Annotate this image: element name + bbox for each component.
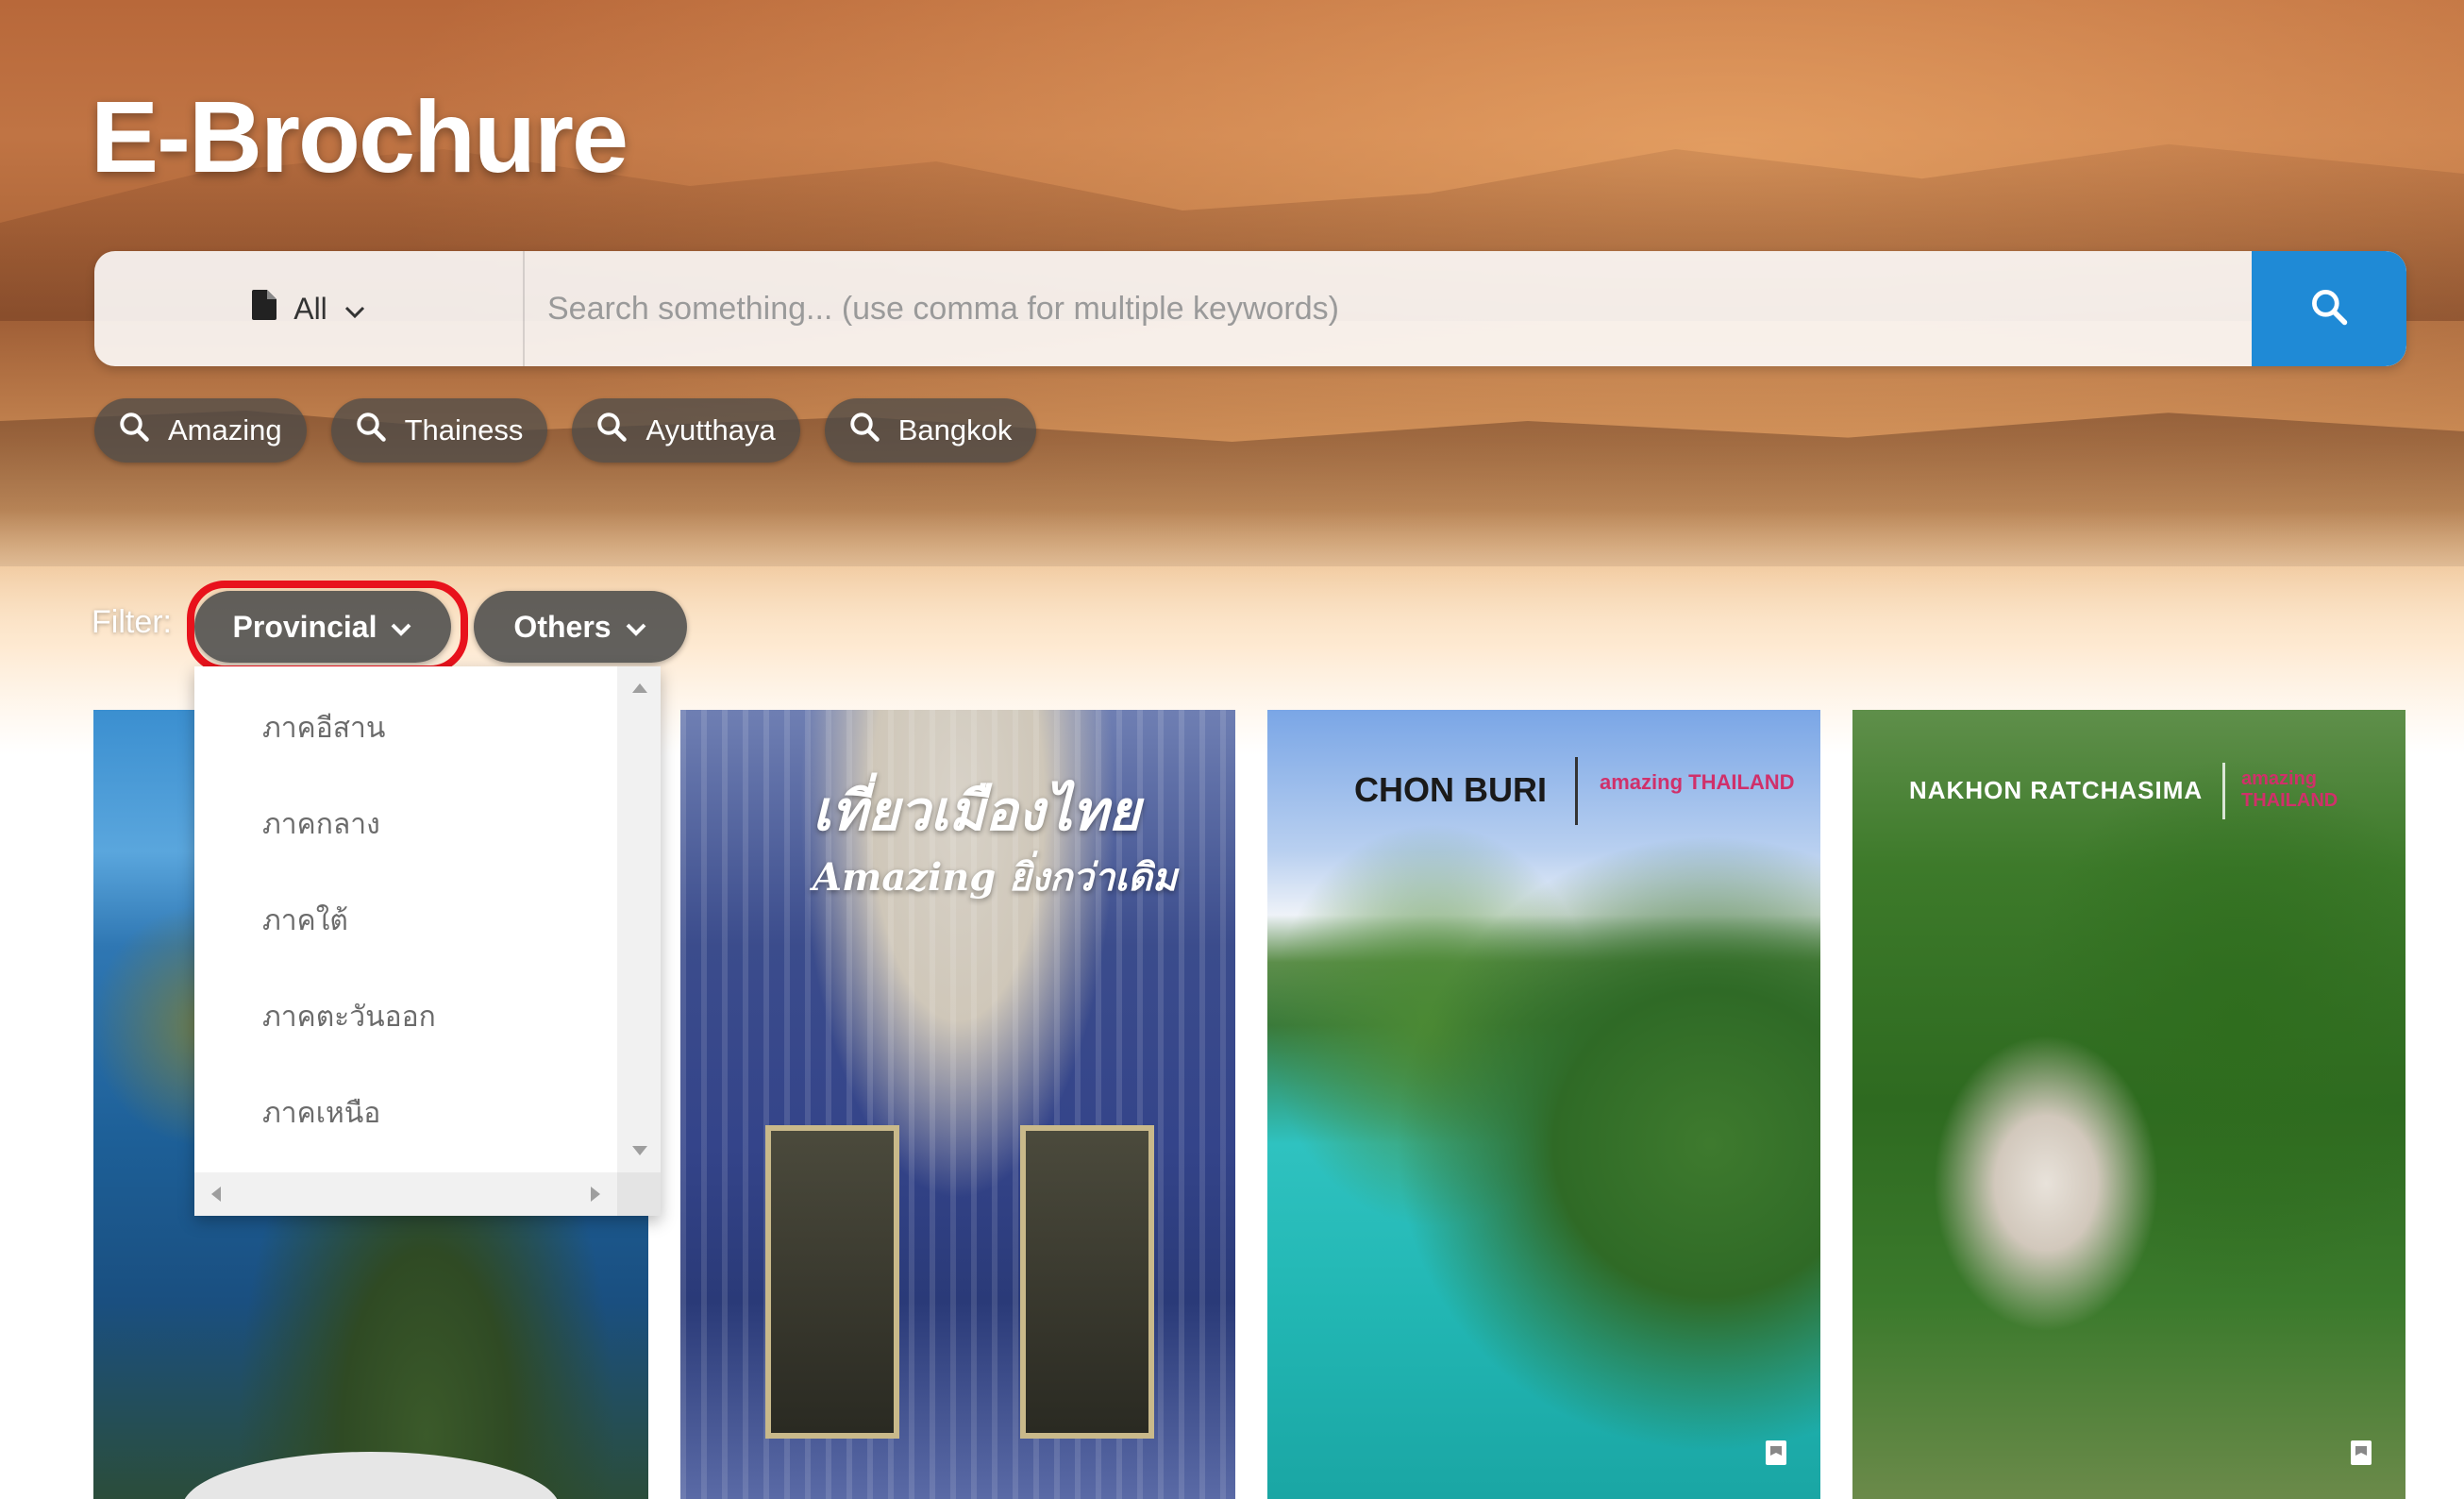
type-select-label: All <box>293 291 327 326</box>
search-icon <box>354 410 388 451</box>
tag-chip-bangkok[interactable]: Bangkok <box>824 398 1037 463</box>
tag-chip-label: Amazing <box>168 413 282 446</box>
brochure-card-thai-tourism[interactable]: เที่ยวเมืองไทย Amazing ยิ่งกว่าเดิม <box>680 710 1235 1499</box>
search-icon <box>595 410 629 451</box>
page-title: E-Brochure <box>91 79 629 194</box>
brochure-logo-arc <box>182 1452 560 1499</box>
filter-provincial-button[interactable]: Provincial <box>194 591 451 663</box>
search-bar: All <box>94 251 2406 366</box>
provincial-dropdown: ภาคอีสาน ภาคกลาง ภาคใต้ ภาคตะวันออก ภาคเ… <box>194 666 661 1216</box>
file-icon <box>252 290 277 328</box>
tag-chip-ayutthaya[interactable]: Ayutthaya <box>572 398 800 463</box>
type-select-dropdown[interactable]: All <box>94 251 525 366</box>
brochure-place-name: NAKHON RATCHASIMA <box>1909 776 2204 804</box>
tag-chip-amazing[interactable]: Amazing <box>94 398 307 463</box>
chevron-down-icon <box>390 610 412 645</box>
brand-logo: amazing THAILAND <box>1600 770 1795 794</box>
scroll-up-arrow-icon[interactable] <box>632 683 647 693</box>
quick-tags: Amazing Thainess Ayutthaya Bangkok <box>94 398 1037 463</box>
bookmark-icon[interactable] <box>1766 1440 1786 1465</box>
brochure-subtitle: Amazing ยิ่งกว่าเดิม <box>813 855 1178 900</box>
search-icon <box>117 410 151 451</box>
filter-others-label: Others <box>513 609 612 644</box>
chevron-down-icon <box>344 292 365 327</box>
brochure-place-name: CHON BURI <box>1354 770 1547 809</box>
search-icon <box>847 410 881 451</box>
brochure-card-nakhon-ratchasima[interactable]: NAKHON RATCHASIMA amazing THAILAND <box>1852 710 2405 1499</box>
filter-label: Filter: <box>92 604 172 640</box>
filter-others-button[interactable]: Others <box>474 591 687 663</box>
tag-chip-label: Ayutthaya <box>645 413 776 446</box>
brochure-card-chon-buri[interactable]: CHON BURI amazing THAILAND <box>1267 710 1820 1499</box>
filter-provincial-label: Provincial <box>232 609 377 644</box>
vertical-scrollbar[interactable] <box>617 666 661 1172</box>
dropdown-item-isan[interactable]: ภาคอีสาน <box>194 680 617 776</box>
dropdown-item-north[interactable]: ภาคเหนือ <box>194 1065 617 1161</box>
tag-chip-label: Bangkok <box>897 413 1013 446</box>
scroll-left-arrow-icon[interactable] <box>211 1187 221 1202</box>
bookmark-icon[interactable] <box>2351 1440 2372 1465</box>
search-icon <box>2308 286 2350 332</box>
provincial-dropdown-list: ภาคอีสาน ภาคกลาง ภาคใต้ ภาคตะวันออก ภาคเ… <box>194 666 617 1172</box>
dropdown-item-south[interactable]: ภาคใต้ <box>194 872 617 968</box>
chevron-down-icon <box>625 610 647 645</box>
scroll-right-arrow-icon[interactable] <box>591 1187 600 1202</box>
scroll-down-arrow-icon[interactable] <box>632 1146 647 1155</box>
tag-chip-thainess[interactable]: Thainess <box>330 398 548 463</box>
dropdown-item-east[interactable]: ภาคตะวันออก <box>194 968 617 1065</box>
search-button[interactable] <box>2252 251 2406 366</box>
brochure-title: เที่ยวเมืองไทย <box>813 779 1141 843</box>
horizontal-scrollbar[interactable] <box>194 1172 617 1216</box>
tag-chip-label: Thainess <box>404 413 524 446</box>
brand-logo: amazing THAILAND <box>2241 768 2338 811</box>
search-input[interactable] <box>525 251 2242 366</box>
dropdown-item-central[interactable]: ภาคกลาง <box>194 776 617 872</box>
